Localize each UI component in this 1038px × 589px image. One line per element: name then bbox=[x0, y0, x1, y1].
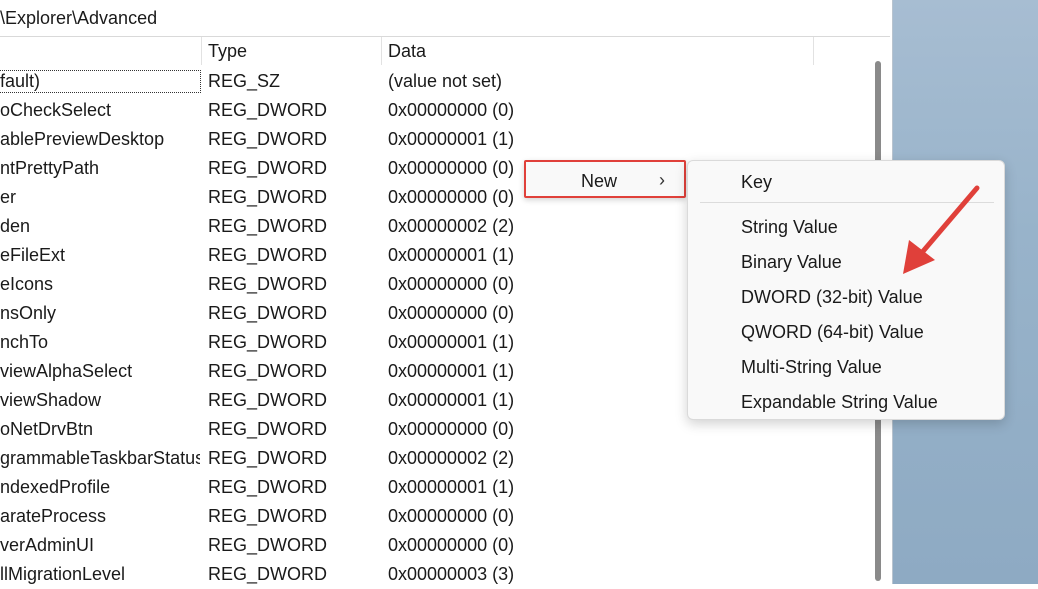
submenu-item-multi-string-value[interactable]: Multi-String Value bbox=[741, 357, 882, 378]
value-name: grammableTaskbarStatus bbox=[0, 448, 200, 468]
value-data: 0x00000001 (1) bbox=[388, 477, 515, 497]
value-type: REG_DWORD bbox=[208, 332, 328, 352]
table-row[interactable]: oCheckSelect REG_DWORD 0x00000000 (0) bbox=[0, 96, 868, 125]
table-row[interactable]: verAdminUI REG_DWORD 0x00000000 (0) bbox=[0, 531, 868, 560]
value-data: 0x00000003 (3) bbox=[388, 564, 515, 584]
value-type: REG_DWORD bbox=[208, 187, 328, 207]
value-data: 0x00000001 (1) bbox=[388, 361, 515, 381]
value-type: REG_SZ bbox=[208, 71, 281, 91]
submenu-item-dword-value[interactable]: DWORD (32-bit) Value bbox=[741, 287, 923, 308]
address-bar[interactable]: \Explorer\Advanced bbox=[0, 0, 890, 37]
submenu-item-binary-value[interactable]: Binary Value bbox=[741, 252, 842, 273]
submenu-item-qword-value[interactable]: QWORD (64-bit) Value bbox=[741, 322, 924, 343]
value-type: REG_DWORD bbox=[208, 448, 328, 468]
value-data: 0x00000000 (0) bbox=[388, 303, 515, 323]
column-header-data[interactable]: Data bbox=[388, 41, 426, 62]
value-type: REG_DWORD bbox=[208, 303, 328, 323]
value-data: 0x00000001 (1) bbox=[388, 129, 515, 149]
context-menu-new-item[interactable]: New › bbox=[524, 160, 686, 198]
value-data: 0x00000002 (2) bbox=[388, 448, 515, 468]
value-name: oCheckSelect bbox=[0, 100, 112, 120]
value-type: REG_DWORD bbox=[208, 158, 328, 178]
value-name: er bbox=[0, 187, 17, 207]
table-row[interactable]: grammableTaskbarStatus REG_DWORD 0x0000000… bbox=[0, 444, 868, 473]
value-name: nchTo bbox=[0, 332, 49, 352]
value-name: oNetDrvBtn bbox=[0, 419, 94, 439]
value-name: fault) bbox=[0, 70, 201, 93]
column-header-type[interactable]: Type bbox=[208, 41, 247, 62]
value-data: 0x00000001 (1) bbox=[388, 332, 515, 352]
value-type: REG_DWORD bbox=[208, 506, 328, 526]
value-type: REG_DWORD bbox=[208, 129, 328, 149]
table-row[interactable]: llMigrationLevel REG_DWORD 0x00000003 (3) bbox=[0, 560, 868, 589]
value-data: (value not set) bbox=[388, 71, 503, 91]
column-header-row: Type Data bbox=[0, 37, 868, 65]
column-separator[interactable] bbox=[381, 37, 382, 65]
value-type: REG_DWORD bbox=[208, 361, 328, 381]
value-type: REG_DWORD bbox=[208, 419, 328, 439]
value-name: den bbox=[0, 216, 31, 236]
value-data: 0x00000001 (1) bbox=[388, 245, 515, 265]
value-type: REG_DWORD bbox=[208, 535, 328, 555]
value-name: verAdminUI bbox=[0, 535, 95, 555]
value-name: viewShadow bbox=[0, 390, 102, 410]
value-name: viewAlphaSelect bbox=[0, 361, 133, 381]
value-data: 0x00000002 (2) bbox=[388, 216, 515, 236]
column-separator[interactable] bbox=[813, 37, 814, 65]
value-type: REG_DWORD bbox=[208, 245, 328, 265]
submenu-item-string-value[interactable]: String Value bbox=[741, 217, 838, 238]
value-data: 0x00000000 (0) bbox=[388, 274, 515, 294]
value-type: REG_DWORD bbox=[208, 390, 328, 410]
value-type: REG_DWORD bbox=[208, 216, 328, 236]
table-row[interactable]: ablePreviewDesktop REG_DWORD 0x00000001 (1… bbox=[0, 125, 868, 154]
value-name: ndexedProfile bbox=[0, 477, 111, 497]
value-name: arateProcess bbox=[0, 506, 107, 526]
value-data: 0x00000001 (1) bbox=[388, 390, 515, 410]
value-data: 0x00000000 (0) bbox=[388, 419, 515, 439]
column-separator[interactable] bbox=[201, 37, 202, 65]
value-name: eIcons bbox=[0, 274, 54, 294]
value-type: REG_DWORD bbox=[208, 477, 328, 497]
value-name: eFileExt bbox=[0, 245, 66, 265]
value-name: ntPrettyPath bbox=[0, 158, 100, 178]
table-row[interactable]: fault) REG_SZ (value not set) bbox=[0, 67, 868, 96]
red-arrow-icon bbox=[903, 185, 980, 274]
new-menu-label: New bbox=[581, 171, 618, 191]
value-name: nsOnly bbox=[0, 303, 57, 323]
value-data: 0x00000000 (0) bbox=[388, 535, 515, 555]
value-type: REG_DWORD bbox=[208, 100, 328, 120]
submenu-item-key[interactable]: Key bbox=[741, 172, 772, 193]
table-row[interactable]: arateProcess REG_DWORD 0x00000000 (0) bbox=[0, 502, 868, 531]
submenu-item-expandable-string-value[interactable]: Expandable String Value bbox=[741, 392, 938, 413]
value-type: REG_DWORD bbox=[208, 564, 328, 584]
value-name: ablePreviewDesktop bbox=[0, 129, 165, 149]
value-type: REG_DWORD bbox=[208, 274, 328, 294]
chevron-right-icon: › bbox=[659, 170, 665, 190]
table-row[interactable]: ndexedProfile REG_DWORD 0x00000001 (1) bbox=[0, 473, 868, 502]
value-data: 0x00000000 (0) bbox=[388, 506, 515, 526]
value-name: llMigrationLevel bbox=[0, 564, 126, 584]
value-data: 0x00000000 (0) bbox=[388, 100, 515, 120]
address-path[interactable]: \Explorer\Advanced bbox=[0, 8, 157, 29]
